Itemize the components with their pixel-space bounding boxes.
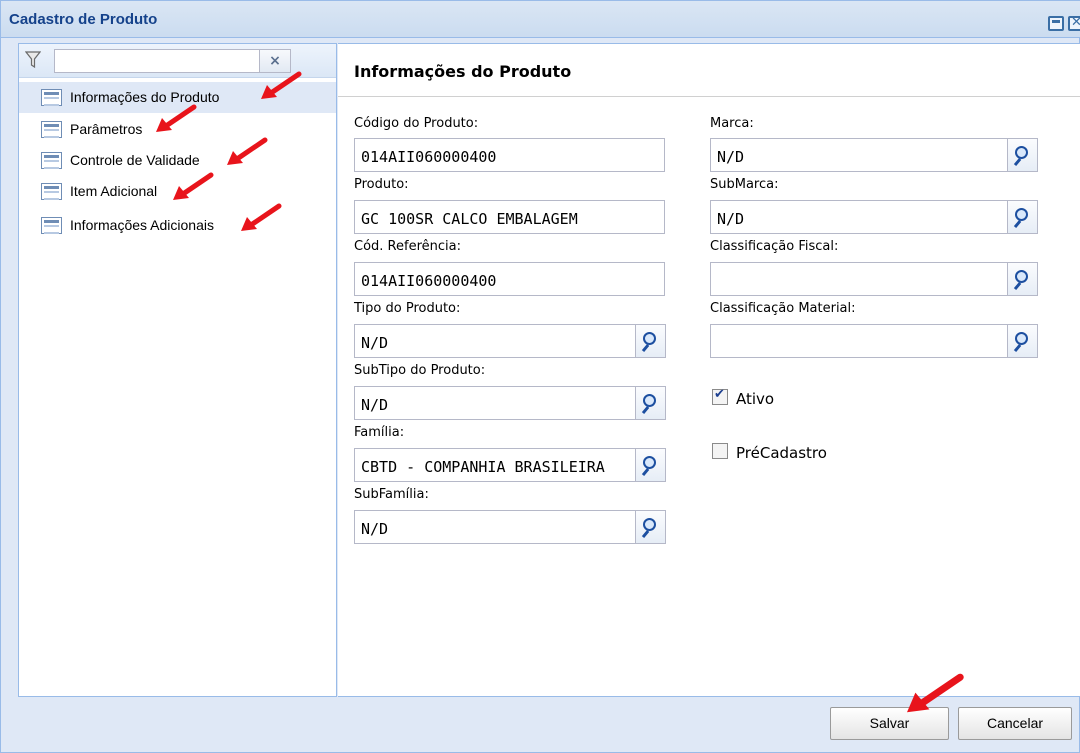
tree-item-label: Controle de Validade	[70, 152, 200, 168]
marca-field[interactable]: N/D	[710, 138, 1008, 172]
list-icon	[41, 152, 62, 169]
tree-item-label: Informações Adicionais	[70, 217, 214, 233]
list-icon	[41, 217, 62, 234]
precadastro-label: PréCadastro	[736, 444, 827, 462]
marca-label: Marca:	[710, 116, 754, 131]
tree-item-informacoes-adicionais[interactable]: Informações Adicionais	[19, 210, 336, 241]
search-icon	[1015, 146, 1028, 159]
subtipo-produto-label: SubTipo do Produto:	[354, 363, 486, 378]
search-icon	[643, 394, 656, 407]
ativo-label: Ativo	[736, 390, 775, 408]
tree-item-label: Item Adicional	[70, 183, 158, 199]
ativo-checkbox[interactable]	[712, 387, 728, 405]
annotation-arrow	[907, 673, 964, 713]
classificacao-fiscal-field[interactable]	[710, 262, 1008, 296]
list-icon	[41, 183, 62, 200]
codigo-field[interactable]: 014AII060000400	[354, 138, 665, 172]
filter-icon	[25, 51, 41, 69]
form-title: Informações do Produto	[354, 62, 572, 81]
product-form-panel: Informações do Produto Código do Produto…	[338, 43, 1080, 697]
classificacao-fiscal-search-button[interactable]	[1008, 262, 1038, 296]
classificacao-material-field[interactable]	[710, 324, 1008, 358]
tipo-produto-label: Tipo do Produto:	[354, 301, 461, 316]
search-icon	[643, 518, 656, 531]
marca-search-button[interactable]	[1008, 138, 1038, 172]
product-registration-window: Cadastro de Produto ✕ × Informações do P…	[0, 0, 1080, 753]
subfamilia-label: SubFamília:	[354, 487, 429, 502]
tree-filter-input[interactable]	[54, 49, 260, 73]
search-icon	[1015, 332, 1028, 345]
search-icon	[1015, 270, 1028, 283]
cod-referencia-field[interactable]: 014AII060000400	[354, 262, 665, 296]
search-icon	[1015, 208, 1028, 221]
subtipo-produto-field[interactable]: N/D	[354, 386, 636, 420]
produto-field[interactable]: GC 100SR CALCO EMBALAGEM	[354, 200, 665, 234]
subtipo-produto-search-button[interactable]	[636, 386, 666, 420]
close-icon[interactable]: ✕	[1068, 15, 1080, 31]
cancel-button[interactable]: Cancelar	[958, 707, 1072, 740]
clear-filter-button[interactable]: ×	[260, 49, 291, 73]
cod-referencia-label: Cód. Referência:	[354, 239, 461, 254]
search-icon	[643, 332, 656, 345]
produto-label: Produto:	[354, 177, 409, 192]
window-titlebar: Cadastro de Produto ✕	[1, 1, 1080, 38]
annotation-arrow	[227, 137, 268, 165]
submarca-search-button[interactable]	[1008, 200, 1038, 234]
subfamilia-search-button[interactable]	[636, 510, 666, 544]
tree-item-label: Informações do Produto	[70, 89, 220, 105]
maximize-icon[interactable]	[1048, 16, 1064, 31]
form-header: Informações do Produto	[338, 44, 1080, 97]
annotation-arrow	[173, 172, 214, 200]
search-icon	[643, 456, 656, 469]
familia-search-button[interactable]	[636, 448, 666, 482]
classificacao-fiscal-label: Classificação Fiscal:	[710, 239, 839, 254]
window-title: Cadastro de Produto	[9, 11, 158, 28]
familia-field[interactable]: CBTD - COMPANHIA BRASILEIRA	[354, 448, 636, 482]
tree-item-label: Parâmetros	[70, 121, 143, 137]
annotation-arrow	[261, 71, 302, 99]
annotation-arrow	[241, 203, 282, 231]
tipo-produto-search-button[interactable]	[636, 324, 666, 358]
navigation-tree-panel: × Informações do Produto Parâmetros Cont…	[18, 43, 337, 697]
submarca-field[interactable]: N/D	[710, 200, 1008, 234]
list-icon	[41, 89, 62, 106]
submarca-label: SubMarca:	[710, 177, 779, 192]
precadastro-checkbox[interactable]	[712, 443, 728, 459]
subfamilia-field[interactable]: N/D	[354, 510, 636, 544]
codigo-label: Código do Produto:	[354, 116, 479, 131]
tipo-produto-field[interactable]: N/D	[354, 324, 636, 358]
classificacao-material-label: Classificação Material:	[710, 301, 856, 316]
annotation-arrow	[156, 104, 197, 132]
classificacao-material-search-button[interactable]	[1008, 324, 1038, 358]
familia-label: Família:	[354, 425, 405, 440]
list-icon	[41, 121, 62, 138]
